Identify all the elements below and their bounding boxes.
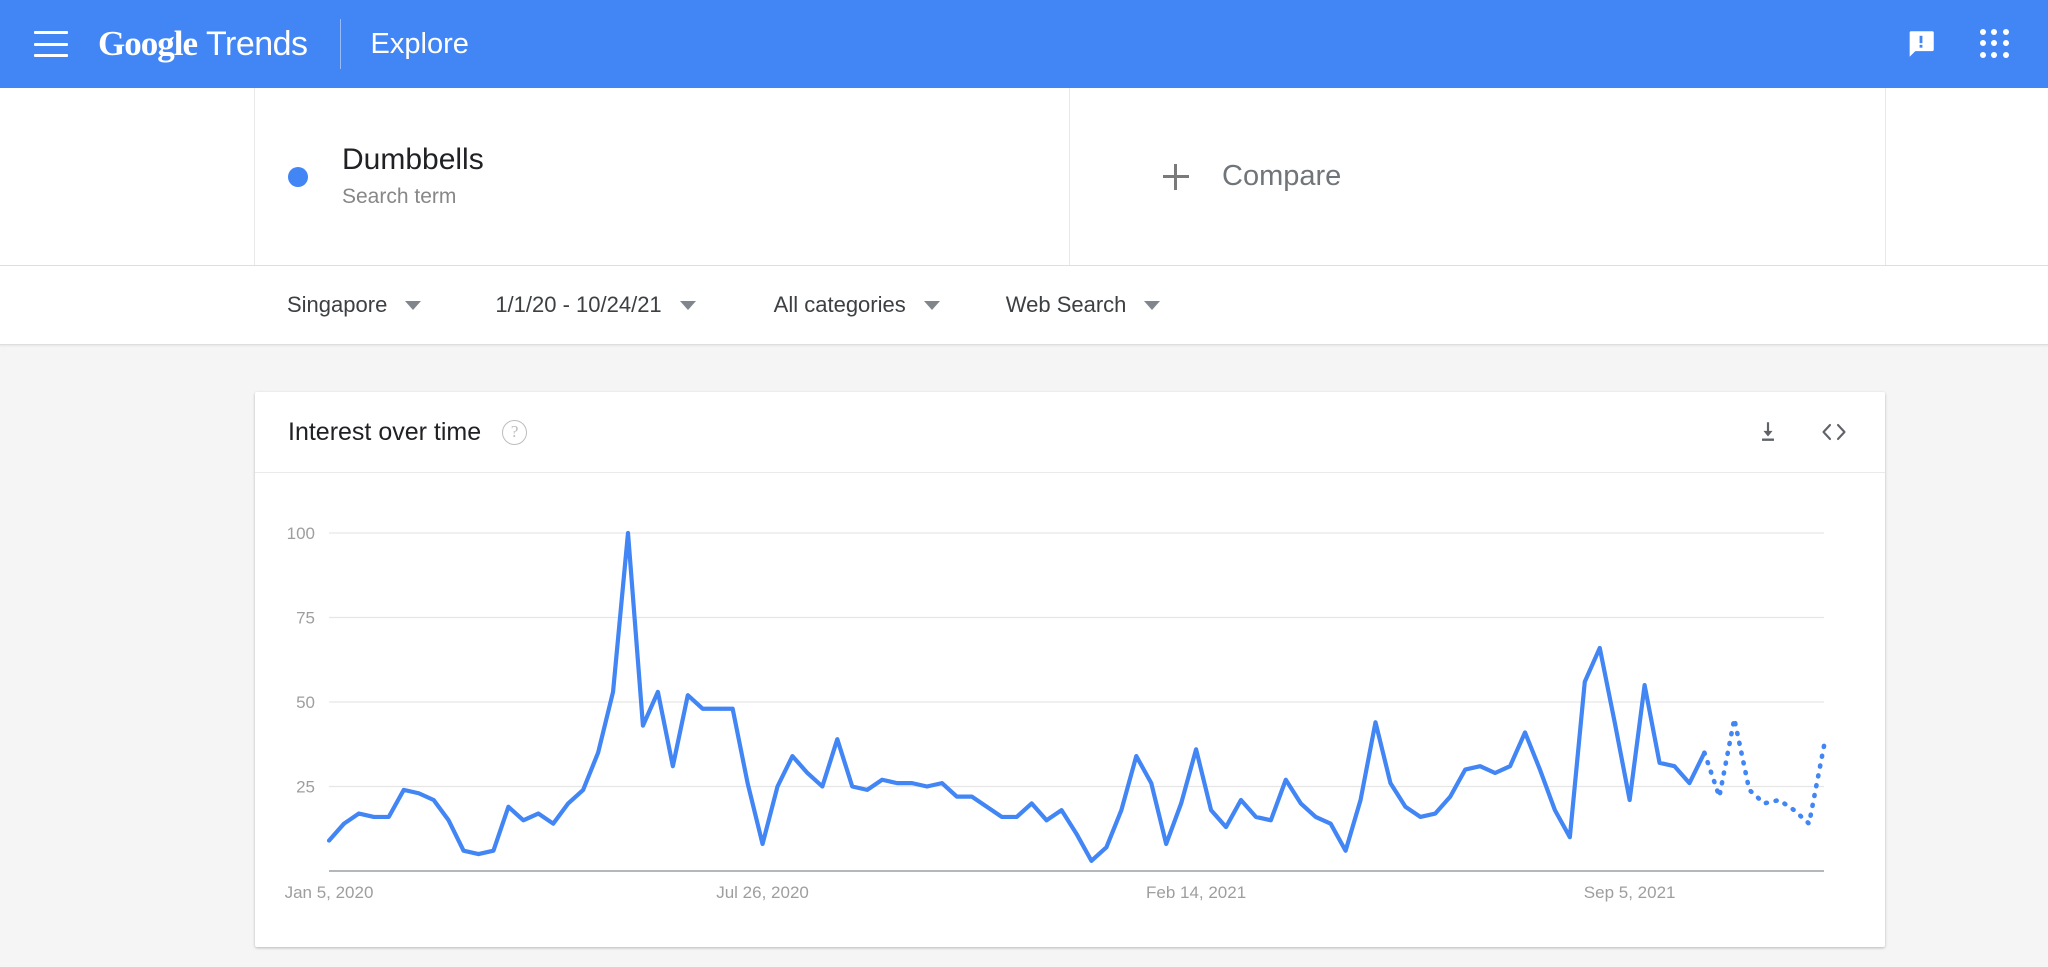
filter-search-type-label: Web Search — [1005, 292, 1127, 317]
y-axis-tick-label: 75 — [296, 609, 315, 628]
embed-code-icon[interactable] — [1819, 419, 1849, 445]
help-question-icon[interactable]: ? — [502, 419, 528, 445]
download-icon[interactable] — [1755, 419, 1781, 445]
x-axis-tick-label: Jul 26, 2020 — [716, 883, 809, 902]
filter-time-range[interactable]: 1/1/20 - 10/24/21 — [495, 292, 696, 318]
compare-label: Compare — [1222, 160, 1342, 192]
trend-line-partial-dotted — [1702, 718, 1827, 829]
x-axis-tick-label: Feb 14, 2021 — [1146, 883, 1246, 902]
card-actions — [1755, 419, 1849, 445]
trend-line-solid — [326, 530, 1707, 863]
chevron-down-icon — [679, 300, 696, 310]
appbar-actions — [1904, 27, 2020, 61]
series-color-dot — [288, 166, 308, 187]
feedback-icon[interactable] — [1904, 27, 1938, 61]
search-terms-row: Dumbbells Search term Compare — [0, 88, 2048, 266]
chevron-down-icon — [1144, 300, 1161, 310]
chevron-down-icon — [405, 300, 422, 310]
term-left-spacer — [0, 88, 255, 265]
term-right-spacer — [1886, 88, 2048, 265]
hamburger-menu-icon[interactable] — [34, 31, 68, 57]
search-term-card[interactable]: Dumbbells Search term — [255, 88, 1070, 265]
card-title: Interest over time — [288, 417, 482, 446]
interest-over-time-card: Interest over time ? 25 50 75 100 Jan 5,… — [255, 392, 1885, 947]
chart-area[interactable]: 25 50 75 100 Jan 5, 2020 Jul 26, 2020 Feb 14, … — [255, 473, 1885, 947]
filters-bar: Singapore 1/1/20 - 10/24/21 All categori… — [0, 266, 2048, 345]
y-axis-tick-label: 100 — [287, 524, 315, 543]
search-term-title: Dumbbells — [342, 143, 484, 177]
filter-location[interactable]: Singapore — [287, 292, 422, 318]
filter-location-label: Singapore — [287, 292, 388, 317]
main-content: Interest over time ? 25 50 75 100 Jan 5,… — [0, 345, 2048, 947]
page-title-explore[interactable]: Explore — [371, 28, 469, 61]
logo-trends-text: Trends — [205, 25, 308, 63]
top-app-bar: Google Trends Explore — [0, 0, 2048, 88]
search-term-subtitle: Search term — [342, 184, 457, 208]
x-axis-tick-label: Jan 5, 2020 — [285, 883, 374, 902]
y-axis-tick-label: 50 — [296, 693, 315, 712]
interest-over-time-line-chart[interactable]: 25 50 75 100 Jan 5, 2020 Jul 26, 2020 Feb 14, … — [255, 473, 1885, 947]
x-axis-tick-label: Sep 5, 2021 — [1584, 883, 1676, 902]
filter-category-label: All categories — [773, 292, 906, 317]
card-header: Interest over time ? — [255, 392, 1885, 473]
google-apps-grid-icon[interactable] — [1980, 29, 2010, 59]
filter-search-type[interactable]: Web Search — [1006, 292, 1161, 318]
filter-time-range-label: 1/1/20 - 10/24/21 — [495, 292, 662, 317]
logo-google-text: Google — [98, 24, 198, 63]
chevron-down-icon — [923, 300, 940, 310]
appbar-divider — [339, 19, 341, 69]
plus-icon — [1163, 163, 1189, 190]
filter-category[interactable]: All categories — [774, 292, 940, 318]
compare-button[interactable]: Compare — [1070, 88, 1886, 265]
y-axis-tick-label: 25 — [296, 778, 315, 797]
google-trends-logo[interactable]: Google Trends — [98, 24, 308, 64]
